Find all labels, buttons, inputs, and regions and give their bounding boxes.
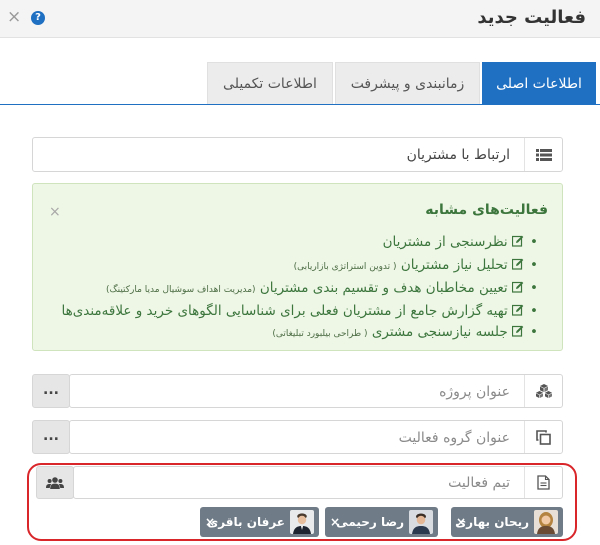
- team-member-name: رضا رحیمی: [336, 515, 404, 529]
- dialog-title: فعالیت جدید: [477, 7, 586, 28]
- team-select-button[interactable]: [36, 466, 74, 499]
- dialog-header: فعالیت جدید ? ×: [0, 0, 600, 38]
- team-member-chip: عرفان باقری ×: [200, 507, 319, 537]
- team-member-chip: رضا رحیمی ×: [325, 507, 438, 537]
- edit-icon: [512, 281, 524, 293]
- similar-item-note: ( طراحی بیلبورد تبلیغاتی): [272, 329, 368, 339]
- tabs-underline: [0, 104, 600, 105]
- edit-icon: [512, 304, 524, 316]
- edit-icon: [512, 258, 524, 270]
- similar-item-text: تحلیل نیاز مشتریان: [400, 257, 508, 273]
- similar-item-text: تهیه گزارش جامع از مشتریان فعلی برای شنا…: [61, 303, 508, 319]
- list-item[interactable]: نظرسنجی از مشتریان: [43, 232, 538, 255]
- avatar: [290, 510, 314, 534]
- similar-activities-list: نظرسنجی از مشتریان تحلیل نیاز مشتریان ( …: [43, 232, 538, 345]
- alert-close-icon[interactable]: ×: [49, 204, 61, 220]
- list-item[interactable]: تعیین مخاطبان هدف و تقسیم بندی مشتریان (…: [43, 278, 538, 301]
- tab-extra-info[interactable]: اطلاعات تکمیلی: [207, 62, 333, 104]
- list-item[interactable]: تهیه گزارش جامع از مشتریان فعلی برای شنا…: [43, 301, 538, 322]
- tab-schedule-progress[interactable]: زمانبندی و پیشرفت: [335, 62, 480, 104]
- remove-member-icon[interactable]: ×: [456, 507, 466, 537]
- project-title-field[interactable]: عنوان پروژه: [69, 374, 563, 408]
- similar-activities-title: فعالیت‌های مشابه: [425, 202, 548, 218]
- similar-item-text: نظرسنجی از مشتریان: [382, 234, 508, 250]
- team-placeholder: تیم فعالیت: [448, 475, 510, 491]
- group-title-placeholder: عنوان گروه فعالیت: [398, 430, 510, 446]
- avatar: [534, 510, 558, 534]
- group-select-button[interactable]: ...: [32, 420, 70, 454]
- similar-item-note: ( تدوین استراتژی بازاریابی): [293, 262, 397, 272]
- close-icon[interactable]: ×: [7, 7, 21, 27]
- similar-item-text: جلسه نیازسنجی مشتری: [371, 324, 508, 340]
- similar-activities-panel: فعالیت‌های مشابه × نظرسنجی از مشتریان تح…: [32, 183, 563, 351]
- activity-title-value: ارتباط با مشتریان: [406, 147, 510, 163]
- team-member-chip: ریحان بهاری ×: [451, 507, 563, 537]
- team-member-name: ریحان بهاری: [455, 515, 529, 529]
- similar-item-text: تعیین مخاطبان هدف و تقسیم بندی مشتریان: [259, 280, 508, 296]
- users-icon: [46, 476, 64, 489]
- list-item[interactable]: جلسه نیازسنجی مشتری ( طراحی بیلبورد تبلی…: [43, 322, 538, 345]
- edit-icon: [512, 325, 524, 337]
- team-member-name: عرفان باقری: [207, 515, 285, 529]
- remove-member-icon[interactable]: ×: [330, 507, 340, 537]
- team-field[interactable]: تیم فعالیت: [73, 466, 563, 499]
- remove-member-icon[interactable]: ×: [205, 507, 215, 537]
- project-select-button[interactable]: ...: [32, 374, 70, 408]
- cubes-icon: [524, 375, 562, 407]
- clone-icon: [524, 421, 562, 453]
- edit-icon: [512, 235, 524, 247]
- project-title-placeholder: عنوان پروژه: [439, 384, 510, 400]
- similar-item-note: (مدیریت اهداف سوشیال مدیا مارکتینگ): [106, 285, 256, 295]
- avatar: [409, 510, 433, 534]
- file-icon: [524, 467, 562, 498]
- list-icon: [524, 138, 562, 171]
- help-icon[interactable]: ?: [31, 11, 45, 25]
- activity-title-field[interactable]: ارتباط با مشتریان: [32, 137, 563, 172]
- list-item[interactable]: تحلیل نیاز مشتریان ( تدوین استراتژی بازا…: [43, 255, 538, 278]
- tab-main-info[interactable]: اطلاعات اصلی: [482, 62, 596, 105]
- group-title-field[interactable]: عنوان گروه فعالیت: [69, 420, 563, 454]
